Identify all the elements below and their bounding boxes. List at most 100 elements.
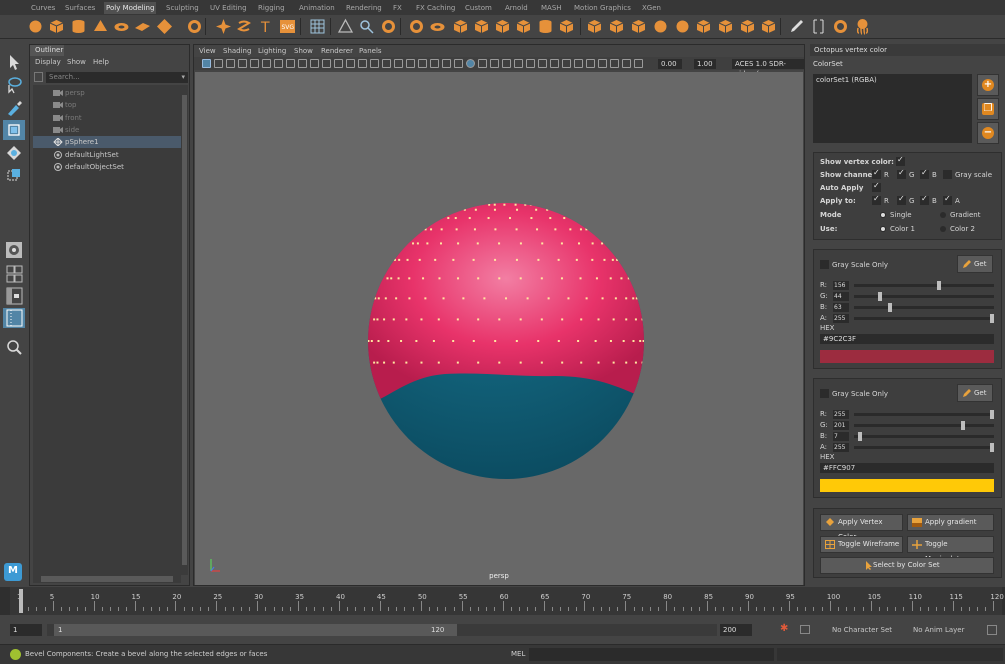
viewport-toolbar-icon[interactable] [394,59,403,68]
time-slider[interactable]: 1510152025303540455055606570758085909510… [0,587,1005,615]
shelf-tab-animation[interactable]: Animation [297,2,337,14]
vertex-point[interactable] [462,297,465,300]
vertex-point[interactable] [432,340,435,342]
viewport-menu-view[interactable]: View [199,45,216,57]
vertex-point[interactable] [515,258,518,261]
color1-g-field[interactable]: 44 [833,292,849,301]
vertex-point[interactable] [455,228,458,231]
vertex-point[interactable] [456,318,459,321]
blue-tool-icon[interactable] [358,18,375,35]
color2-r-slider[interactable] [854,410,994,419]
slider-knob[interactable] [990,410,994,419]
torus-tool-icon[interactable] [429,18,446,35]
vertex-point[interactable] [585,228,588,231]
vertex-point[interactable] [612,361,615,364]
star-tool-icon[interactable] [215,18,232,35]
vertex-point[interactable] [477,277,480,280]
use-color1-radio[interactable] [880,226,886,232]
range-slider-track[interactable]: 1 120 [47,624,717,636]
cube-tool-icon[interactable] [494,18,511,35]
color2-swatch[interactable] [820,479,994,492]
vertex-point[interactable] [370,340,373,342]
vertex-point[interactable] [493,203,496,206]
viewport-toolbar-icon[interactable] [454,59,463,68]
viewport-menu-panels[interactable]: Panels [359,45,382,57]
viewport-toolbar-icon[interactable] [334,59,343,68]
outliner-vertical-scrollbar[interactable] [181,85,188,575]
vertex-point[interactable] [408,297,411,300]
vertex-point[interactable] [384,297,387,300]
swirl-tool-icon[interactable] [236,18,253,35]
viewport-toolbar-icon[interactable] [574,59,583,68]
outliner-search-input[interactable]: Search... ▾ [46,72,188,83]
outliner-item[interactable]: persp [33,87,181,99]
vertex-point[interactable] [526,297,529,300]
shelf-tab-xgen[interactable]: XGen [640,2,663,14]
outliner-item[interactable]: pSphere1 [33,136,181,149]
vertex-point[interactable] [519,277,522,280]
vertex-point[interactable] [549,217,552,220]
vertex-point[interactable] [367,340,370,342]
vertex-point[interactable] [540,318,543,321]
vertex-point[interactable] [625,318,628,321]
shelf-tab-surfaces[interactable]: Surfaces [63,2,97,14]
outliner-persp-layout-icon[interactable] [3,286,25,306]
colorset-list[interactable]: colorSet1 (RGBA) [813,74,972,143]
vertex-point[interactable] [642,340,645,342]
vertex-point[interactable] [468,217,471,220]
vertex-point[interactable] [498,318,501,321]
auto-apply-checkbox[interactable] [872,181,881,192]
pen-tool-icon[interactable] [788,18,805,35]
vertex-point[interactable] [594,340,597,342]
vertex-point[interactable] [412,242,415,245]
rotate-tool-icon[interactable] [3,143,25,163]
vertex-point[interactable] [438,277,441,280]
outliner-item[interactable]: defaultLightSet [33,149,181,161]
show-channel-g-checkbox[interactable] [897,168,906,179]
vertex-point[interactable] [625,361,628,364]
vertex-point[interactable] [376,361,379,364]
viewport-toolbar-icon[interactable] [370,59,379,68]
vertex-point[interactable] [373,361,376,364]
outliner-tab[interactable]: Outliner [30,45,64,56]
vertex-point[interactable] [463,208,466,211]
color2-b-slider[interactable] [854,432,994,441]
viewport-toolbar-icon[interactable] [418,59,427,68]
viewport-canvas[interactable]: persp [195,72,803,585]
color2-r-field[interactable]: 255 [833,410,849,419]
cube-tool-icon[interactable] [760,18,777,35]
color2-g-slider[interactable] [854,421,994,430]
anim-layer-options-icon[interactable] [987,625,997,635]
shelf-tab-rendering[interactable]: Rendering [344,2,384,14]
vertex-point[interactable] [398,258,401,261]
color1-get-button[interactable]: Get [957,255,993,273]
vertex-point[interactable] [498,277,501,280]
viewport-toolbar-icon[interactable] [214,59,223,68]
vertex-point[interactable] [578,242,580,245]
outliner-filter-icon[interactable] [34,72,43,82]
outliner-item[interactable]: defaultObjectSet [33,161,181,173]
viewport-toolbar-icon[interactable] [238,59,247,68]
vertex-point[interactable] [632,340,635,342]
scrollbar-thumb[interactable] [182,95,187,565]
cube-tool-icon[interactable] [695,18,712,35]
viewport-toolbar-icon[interactable] [298,59,307,68]
vertex-point[interactable] [437,318,440,321]
vertex-point[interactable] [386,277,389,280]
outliner-persp-layout-active-icon[interactable] [3,308,25,328]
disc-tool-icon[interactable] [156,18,173,35]
vertex-point[interactable] [488,203,491,206]
vertex-point[interactable] [515,228,518,231]
vertex-point[interactable] [415,340,418,342]
vertex-point[interactable] [395,297,398,300]
viewport-toolbar-icon[interactable] [610,59,619,68]
show-channel-r-checkbox[interactable] [872,168,881,179]
vertex-point[interactable] [440,228,443,231]
select-tool-icon[interactable] [3,52,25,72]
vertex-point[interactable] [580,318,583,321]
vertex-point[interactable] [612,318,615,321]
vertex-point[interactable] [632,297,635,300]
vertex-point[interactable] [487,217,490,220]
vertex-point[interactable] [561,361,564,364]
vertex-point[interactable] [374,297,377,300]
